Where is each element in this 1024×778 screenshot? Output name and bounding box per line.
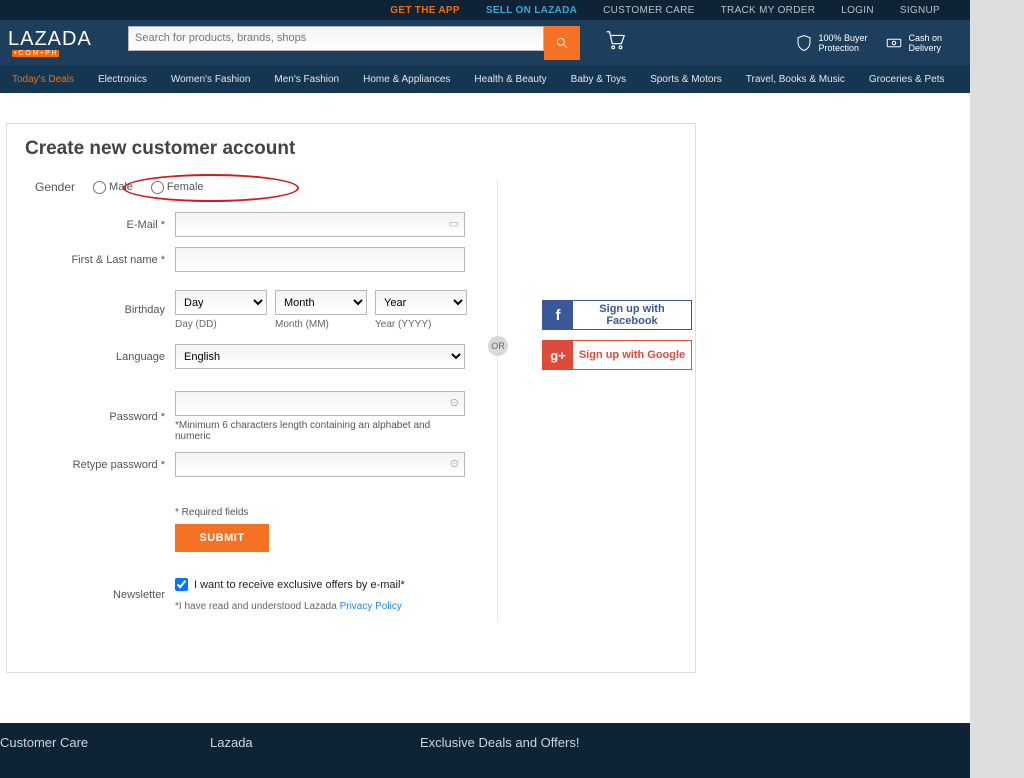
track-order-link[interactable]: TRACK MY ORDER [721,5,816,16]
nav-travel-books-music[interactable]: Travel, Books & Music [746,74,845,85]
sell-link[interactable]: SELL ON LAZADA [486,5,577,16]
day-hint: Day (DD) [175,319,267,330]
nav-womens-fashion[interactable]: Women's Fashion [171,74,251,85]
submit-button[interactable]: SUBMIT [175,524,269,552]
retype-password-label: Retype password * [25,459,175,471]
key-icon: ⊙ [450,457,459,470]
header: LAZADA • C O M • P H 100% BuyerProtectio… [0,20,970,65]
gender-label: Gender [25,180,75,194]
nav-groceries-pets[interactable]: Groceries & Pets [869,74,945,85]
facebook-icon: f [543,301,573,329]
nav-todays-deals[interactable]: Today's Deals [12,74,74,85]
nav-sports-motors[interactable]: Sports & Motors [650,74,722,85]
newsletter-label: Newsletter [25,589,175,601]
newsletter-checkbox[interactable] [175,578,188,591]
language-select[interactable]: English [175,344,465,369]
birthday-year-select[interactable]: Year [375,290,467,315]
google-plus-icon: g+ [543,341,573,369]
retype-password-field[interactable] [175,452,465,477]
footer-deals: Exclusive Deals and Offers! [420,735,720,778]
contact-card-icon: ▭ [449,217,459,230]
logo-subtext: • C O M • P H [12,50,59,57]
logo[interactable]: LAZADA • C O M • P H [8,28,128,57]
footer-customer-care: Customer Care [0,735,210,778]
privacy-policy-link[interactable]: Privacy Policy [340,601,402,612]
cash-icon [885,34,903,52]
key-icon: ⊙ [450,396,459,409]
password-field[interactable] [175,391,465,416]
name-label: First & Last name * [25,254,175,266]
search-input[interactable] [128,26,544,51]
get-app-link[interactable]: GET THE APP [390,5,460,16]
cart-button[interactable] [590,29,640,56]
gender-male-option[interactable]: Male [93,181,133,194]
top-links: GET THE APP SELL ON LAZADA CUSTOMER CARE… [0,0,970,20]
buyer-protection-badge: 100% BuyerProtection [795,33,867,53]
footer: Customer Care Lazada Exclusive Deals and… [0,723,970,778]
footer-lazada: Lazada [210,735,420,778]
privacy-policy-text: *I have read and understood Lazada Priva… [175,601,467,612]
email-label: E-Mail * [25,219,175,231]
category-nav: Today's Deals Electronics Women's Fashio… [0,65,970,93]
nav-baby-toys[interactable]: Baby & Toys [571,74,626,85]
birthday-day-select[interactable]: Day [175,290,267,315]
birthday-month-select[interactable]: Month [275,290,367,315]
search-icon [555,36,569,50]
language-label: Language [25,351,175,363]
shield-icon [795,34,813,52]
cod-badge: Cash onDelivery [885,33,942,53]
page-title: Create new customer account [25,138,677,160]
required-fields-note: * Required fields [175,507,467,518]
facebook-signup-button[interactable]: f Sign up with Facebook [542,300,692,330]
google-signup-button[interactable]: g+ Sign up with Google [542,340,692,370]
birthday-label: Birthday [25,304,175,316]
nav-mens-fashion[interactable]: Men's Fashion [274,74,339,85]
email-field[interactable] [175,212,465,237]
gender-female-option[interactable]: Female [151,181,204,194]
login-link[interactable]: LOGIN [841,5,874,16]
name-field[interactable] [175,247,465,272]
customer-care-link[interactable]: CUSTOMER CARE [603,5,695,16]
nav-home-appliances[interactable]: Home & Appliances [363,74,450,85]
newsletter-checkbox-label[interactable]: I want to receive exclusive offers by e-… [175,578,467,591]
nav-electronics[interactable]: Electronics [98,74,147,85]
month-hint: Month (MM) [275,319,367,330]
signup-link[interactable]: SIGNUP [900,5,940,16]
nav-health-beauty[interactable]: Health & Beauty [474,74,546,85]
cart-icon [604,29,626,51]
year-hint: Year (YYYY) [375,319,467,330]
logo-text: LAZADA [8,28,92,51]
signup-form: Create new customer account Gender Male … [6,123,696,673]
password-label: Password * [25,411,175,423]
password-hint: *Minimum 6 characters length containing … [175,420,467,442]
search-button[interactable] [544,26,580,60]
or-divider: OR [488,336,508,356]
